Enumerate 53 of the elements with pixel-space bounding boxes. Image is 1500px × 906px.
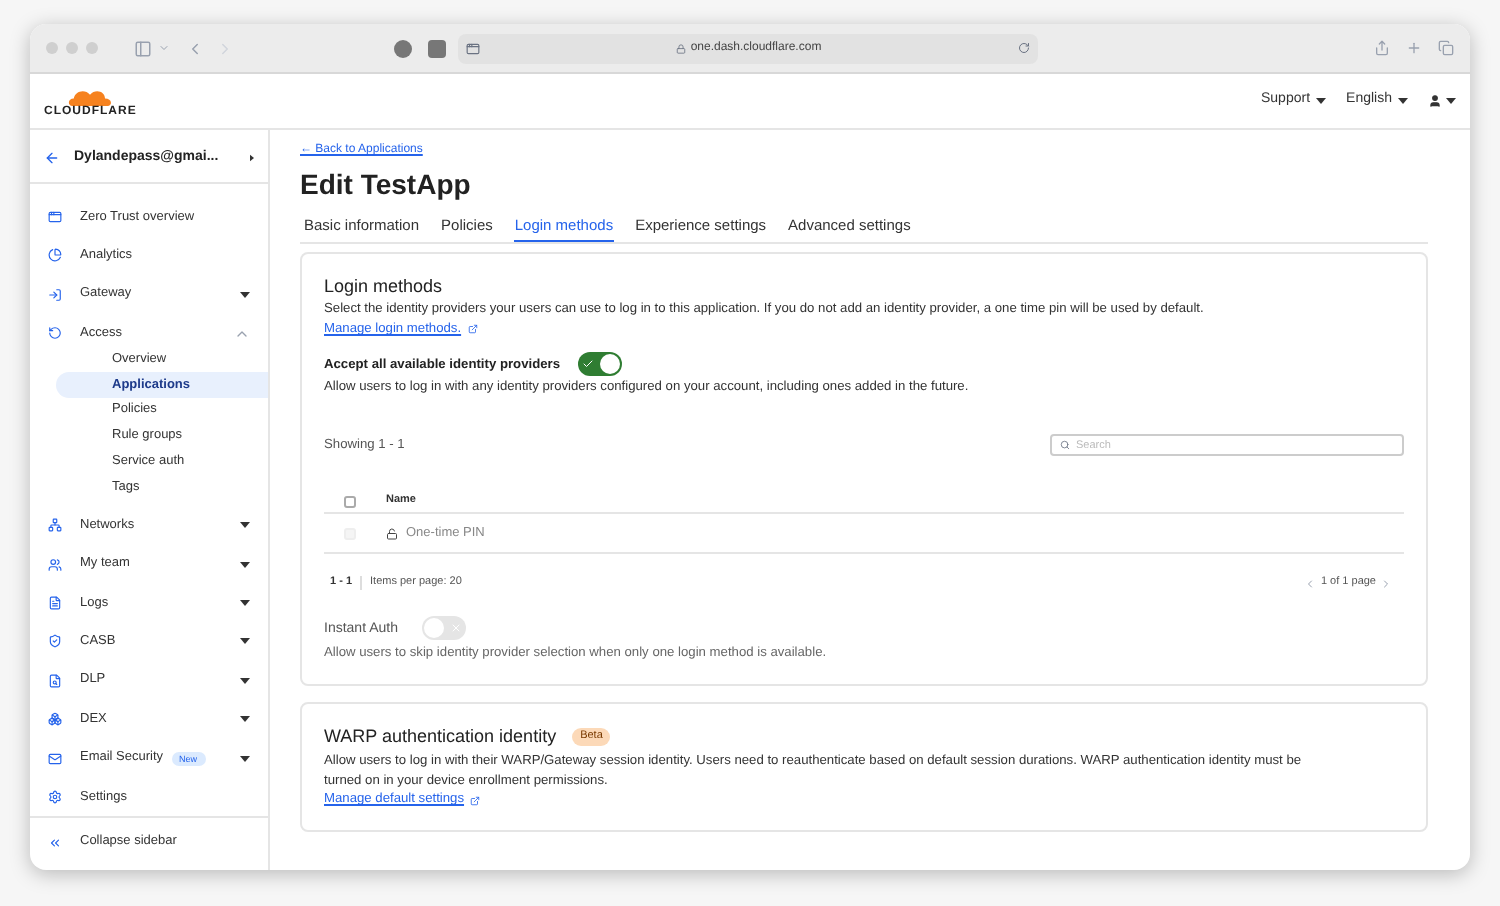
caret-icon (240, 561, 250, 568)
caret-icon (240, 677, 250, 684)
user-menu[interactable] (1428, 94, 1456, 108)
caret-icon (240, 716, 250, 723)
users-icon (48, 557, 62, 572)
boxes-icon (48, 712, 62, 727)
external-link-icon (470, 795, 481, 805)
page-icon (466, 41, 480, 55)
window-icon (48, 209, 62, 224)
chevron-down-icon[interactable] (158, 42, 170, 54)
cloud-logo-icon (64, 85, 117, 105)
caret-icon (1446, 98, 1456, 104)
caret-icon (240, 638, 250, 645)
forward-icon[interactable] (216, 39, 234, 57)
back-icon[interactable] (186, 39, 204, 57)
section-title: Login methods (324, 274, 445, 298)
login-icon (48, 287, 62, 302)
network-icon (48, 518, 62, 533)
caret-right-icon (250, 153, 254, 162)
next-page-icon[interactable] (1380, 577, 1392, 589)
user-icon (1428, 94, 1442, 108)
history-icon (48, 326, 62, 341)
lock-icon (676, 43, 687, 53)
document-icon (48, 596, 62, 611)
back-arrow-icon[interactable] (44, 149, 60, 166)
caret-icon (240, 600, 250, 607)
previous-page-icon[interactable] (1304, 577, 1317, 589)
page-title: Edit TestApp (300, 166, 473, 202)
caret-icon (240, 755, 250, 762)
pin-lock-icon (386, 525, 398, 541)
tabs-overview-icon[interactable] (1438, 40, 1454, 56)
caret-icon (1316, 98, 1327, 104)
mail-icon (48, 751, 62, 766)
caret-icon (240, 522, 250, 529)
x-icon (449, 622, 462, 634)
caret-icon (240, 291, 250, 298)
file-search-icon (48, 673, 62, 688)
caret-icon (1398, 98, 1408, 104)
share-icon[interactable] (1374, 40, 1390, 56)
collapse-icon[interactable] (48, 835, 62, 850)
toggle-switch[interactable] (421, 616, 466, 640)
sidebar-toggle-icon[interactable] (134, 39, 152, 57)
new-tab-icon[interactable] (1406, 40, 1422, 56)
search-icon (1060, 440, 1070, 450)
reload-icon[interactable] (1018, 42, 1030, 54)
shield-check-icon (48, 634, 62, 649)
check-icon (582, 358, 594, 370)
toggle-switch[interactable] (578, 352, 622, 376)
checkbox[interactable] (344, 495, 356, 507)
external-link-icon (467, 324, 478, 334)
pie-chart-icon (48, 248, 62, 263)
settings-icon (48, 790, 62, 805)
section-title: WARP authentication identity (324, 724, 557, 748)
